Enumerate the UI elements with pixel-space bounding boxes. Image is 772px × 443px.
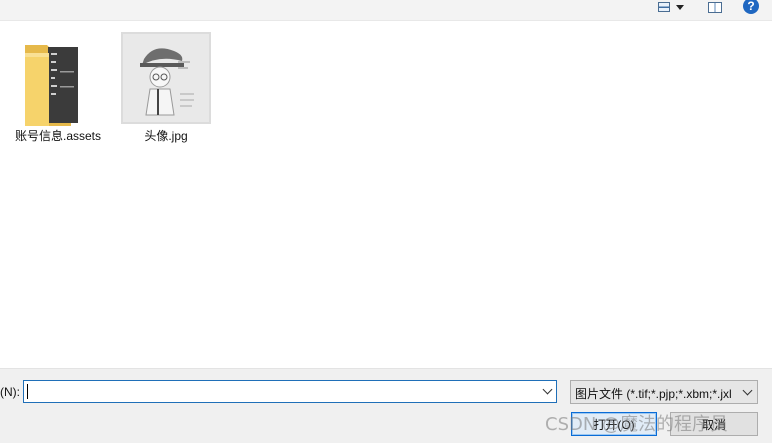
filename-combobox[interactable] bbox=[23, 380, 557, 403]
chevron-down-icon bbox=[542, 384, 552, 395]
chevron-down-icon bbox=[742, 385, 752, 395]
file-list: 账号信息.assets 头像.jpg bbox=[0, 21, 772, 368]
file-name: 账号信息.assets bbox=[14, 129, 102, 143]
cancel-button[interactable]: 取消 bbox=[670, 412, 758, 436]
preview-pane-icon bbox=[708, 1, 722, 13]
file-type-select[interactable]: 图片文件 (*.tif;*.pjp;*.xbm;*.jxl bbox=[570, 380, 758, 404]
filename-input[interactable] bbox=[27, 383, 527, 400]
open-button[interactable]: 打开(O) bbox=[571, 412, 657, 436]
filename-dropdown-button[interactable] bbox=[538, 381, 556, 402]
dialog-toolbar: ? bbox=[0, 0, 772, 21]
help-button[interactable]: ? bbox=[740, 0, 762, 14]
file-open-dialog: ? 账号信息.assets 头像.jpg (N): 图片文件 (*.tif;*.… bbox=[0, 0, 772, 443]
file-item-image[interactable]: 头像.jpg bbox=[116, 31, 216, 144]
help-icon: ? bbox=[743, 0, 759, 14]
dialog-footer: (N): 图片文件 (*.tif;*.pjp;*.xbm;*.jxl 打开(O)… bbox=[0, 368, 772, 443]
file-type-value: 图片文件 (*.tif;*.pjp;*.xbm;*.jxl bbox=[575, 387, 732, 401]
chevron-down-icon bbox=[676, 4, 684, 10]
folder-icon bbox=[8, 31, 108, 129]
preview-pane-button[interactable] bbox=[705, 0, 725, 14]
text-cursor bbox=[27, 384, 28, 399]
view-options-button[interactable] bbox=[652, 0, 690, 14]
file-type-dropdown-button[interactable] bbox=[739, 383, 755, 401]
file-item-folder[interactable]: 账号信息.assets bbox=[8, 31, 108, 144]
view-options-icon bbox=[658, 2, 670, 12]
image-thumbnail bbox=[116, 31, 216, 126]
filename-label: (N): bbox=[0, 385, 20, 399]
file-name: 头像.jpg bbox=[144, 129, 188, 143]
